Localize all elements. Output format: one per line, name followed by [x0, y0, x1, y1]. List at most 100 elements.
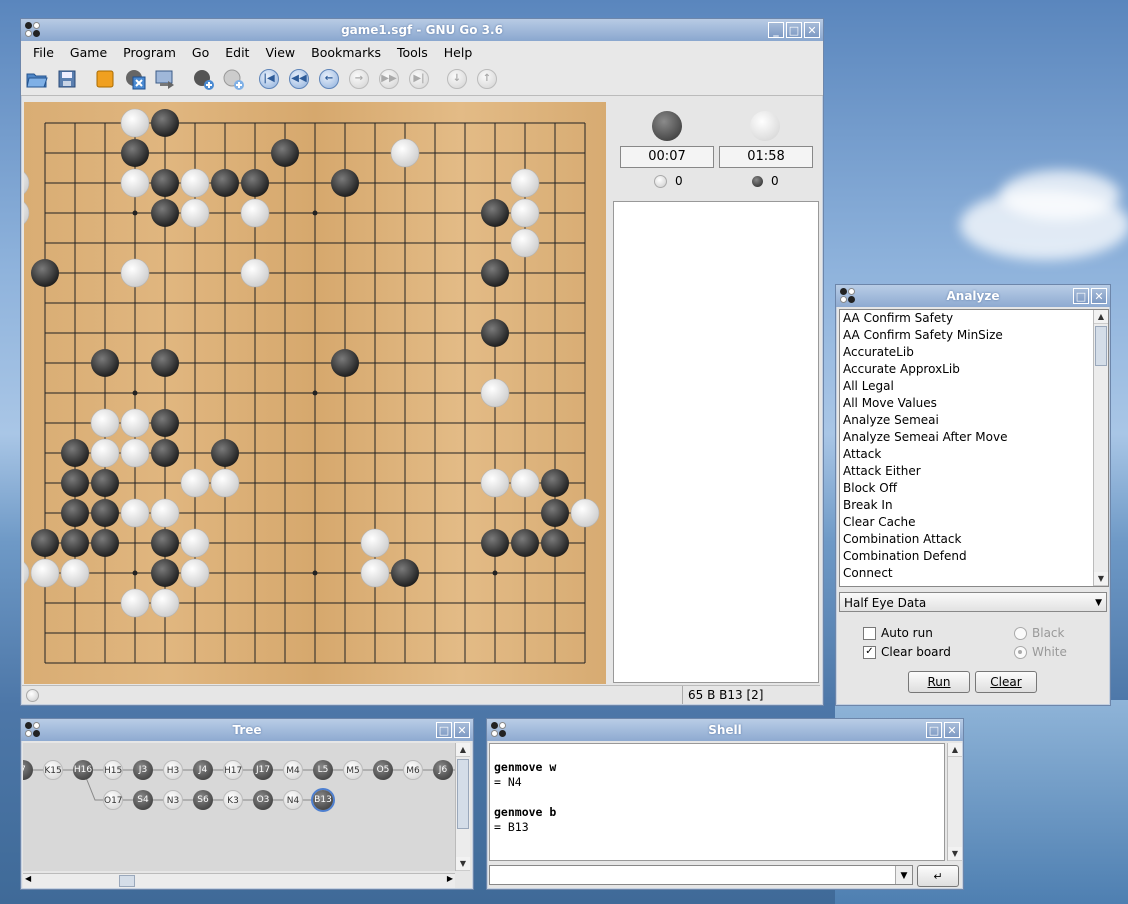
open-folder-icon[interactable] [25, 67, 49, 91]
analyze-list-item[interactable]: Combination Attack [840, 531, 1108, 548]
go-to-start-icon[interactable]: |◀ [257, 67, 281, 91]
close-button[interactable]: ✕ [1091, 288, 1107, 304]
maximize-button[interactable]: □ [1073, 288, 1089, 304]
tree-vscrollbar[interactable]: ▲ ▼ [455, 743, 470, 871]
chevron-down-icon[interactable]: ▼ [895, 866, 912, 884]
analyze-list-item[interactable]: All Move Values [840, 395, 1108, 412]
go-board[interactable] [0, 102, 606, 684]
analyze-list-item[interactable]: AA Confirm Safety MinSize [840, 327, 1108, 344]
scroll-up-icon[interactable]: ▲ [1094, 310, 1108, 324]
tree-node[interactable]: S4 [133, 790, 153, 810]
analyze-scrollbar[interactable]: ▲ ▼ [1093, 310, 1108, 586]
maximize-button[interactable]: □ [786, 22, 802, 38]
comment-area[interactable] [613, 201, 819, 683]
down-variation-icon[interactable]: ↓ [445, 67, 469, 91]
scroll-up-icon[interactable]: ▲ [456, 743, 470, 757]
tree-node[interactable]: O5 [373, 760, 393, 780]
tree-hscrollbar[interactable]: ◀ ▶ [23, 873, 455, 888]
tree-node[interactable]: N4 [283, 790, 303, 810]
close-button[interactable]: ✕ [944, 722, 960, 738]
menu-bookmarks[interactable]: Bookmarks [303, 45, 389, 60]
menu-file[interactable]: File [25, 45, 62, 60]
analyze-list-item[interactable]: AccurateLib [840, 344, 1108, 361]
tree-node[interactable]: H3 [163, 760, 183, 780]
tree-node[interactable]: K3 [223, 790, 243, 810]
analyze-list-item[interactable]: Accurate ApproxLib [840, 361, 1108, 378]
tree-node[interactable]: S6 [193, 790, 213, 810]
scrollbar-thumb[interactable] [119, 875, 135, 887]
minimize-button[interactable]: _ [768, 22, 784, 38]
shell-scrollbar[interactable]: ▲ ▼ [947, 743, 962, 861]
close-button[interactable]: ✕ [454, 722, 470, 738]
maximize-button[interactable]: □ [926, 722, 942, 738]
menu-help[interactable]: Help [436, 45, 481, 60]
shell-output[interactable]: genmove w = N4 genmove b = B13 [489, 743, 945, 861]
tree-node[interactable]: J6 [433, 760, 453, 780]
analyze-list-item[interactable]: All Legal [840, 378, 1108, 395]
go-board-grid[interactable] [0, 102, 606, 684]
scrollbar-thumb[interactable] [457, 759, 469, 829]
game-tree-area[interactable]: 7K15H16H15J3H3J4H17J17M4L5M5O5M6J6 O17S4… [23, 743, 455, 871]
tree-node[interactable]: J17 [253, 760, 273, 780]
tree-node[interactable]: J3 [133, 760, 153, 780]
send-command-button[interactable]: ↵ [917, 865, 959, 887]
add-stone-icon[interactable] [191, 67, 215, 91]
radio-circle[interactable] [1014, 627, 1027, 640]
analyze-command-list[interactable]: AA Confirm Safety AA Confirm Safety MinSi… [839, 309, 1109, 587]
menu-program[interactable]: Program [115, 45, 184, 60]
shell-command-input[interactable]: ▼ [489, 865, 913, 885]
scroll-down-icon[interactable]: ▼ [948, 847, 962, 861]
black-radio[interactable]: Black [1014, 626, 1064, 640]
analyze-list-item[interactable]: Analyze Semeai After Move [840, 429, 1108, 446]
analyze-list-item[interactable]: Attack Either [840, 463, 1108, 480]
tree-node[interactable]: M4 [283, 760, 303, 780]
forward-icon[interactable]: → [347, 67, 371, 91]
tree-node[interactable]: M5 [343, 760, 363, 780]
tree-node[interactable]: K15 [43, 760, 63, 780]
clear-button[interactable]: Clear [975, 671, 1037, 693]
tree-node[interactable]: O17 [103, 790, 123, 810]
scroll-down-icon[interactable]: ▼ [1094, 572, 1108, 586]
menu-go[interactable]: Go [184, 45, 217, 60]
tree-node[interactable]: M6 [403, 760, 423, 780]
analyze-list-item[interactable]: Break In [840, 497, 1108, 514]
menu-game[interactable]: Game [62, 45, 115, 60]
tree-node[interactable]: H17 [223, 760, 243, 780]
close-button[interactable]: ✕ [804, 22, 820, 38]
run-button[interactable]: Run [908, 671, 970, 693]
analyze-list-item[interactable]: Attack [840, 446, 1108, 463]
clear-board-checkbox[interactable]: ✓ Clear board [863, 645, 951, 659]
computer-play-icon[interactable] [153, 67, 177, 91]
forward-ten-icon[interactable]: ▶▶ [377, 67, 401, 91]
checkbox-box[interactable] [863, 627, 876, 640]
add-white-stone-icon[interactable] [221, 67, 245, 91]
analyze-list-item[interactable]: Clear Cache [840, 514, 1108, 531]
menu-view[interactable]: View [257, 45, 303, 60]
menu-edit[interactable]: Edit [217, 45, 257, 60]
analyze-list-item[interactable]: AA Confirm Safety [840, 310, 1108, 327]
analyze-command-select[interactable]: Half Eye Data ▼ [839, 592, 1107, 612]
tree-node[interactable]: O3 [253, 790, 273, 810]
analyze-list-item[interactable]: Analyze Semeai [840, 412, 1108, 429]
game-info-icon[interactable] [93, 67, 117, 91]
save-icon[interactable] [55, 67, 79, 91]
tree-node[interactable]: J4 [193, 760, 213, 780]
tree-node[interactable]: H15 [103, 760, 123, 780]
tree-node[interactable]: L5 [313, 760, 333, 780]
radio-circle[interactable] [1014, 646, 1027, 659]
scrollbar-thumb[interactable] [1095, 326, 1107, 366]
auto-run-checkbox[interactable]: Auto run [863, 626, 933, 640]
scroll-up-icon[interactable]: ▲ [948, 743, 962, 757]
analyze-list-item[interactable]: Connect [840, 565, 1108, 582]
menu-tools[interactable]: Tools [389, 45, 436, 60]
go-to-end-icon[interactable]: ▶| [407, 67, 431, 91]
up-variation-icon[interactable]: ↑ [475, 67, 499, 91]
tree-node[interactable]: H16 [73, 760, 93, 780]
backward-icon[interactable]: ← [317, 67, 341, 91]
interrupt-icon[interactable] [123, 67, 147, 91]
analyze-list-item[interactable]: Combination Defend [840, 548, 1108, 565]
maximize-button[interactable]: □ [436, 722, 452, 738]
checkbox-box[interactable]: ✓ [863, 646, 876, 659]
white-radio[interactable]: White [1014, 645, 1067, 659]
backward-ten-icon[interactable]: ◀◀ [287, 67, 311, 91]
